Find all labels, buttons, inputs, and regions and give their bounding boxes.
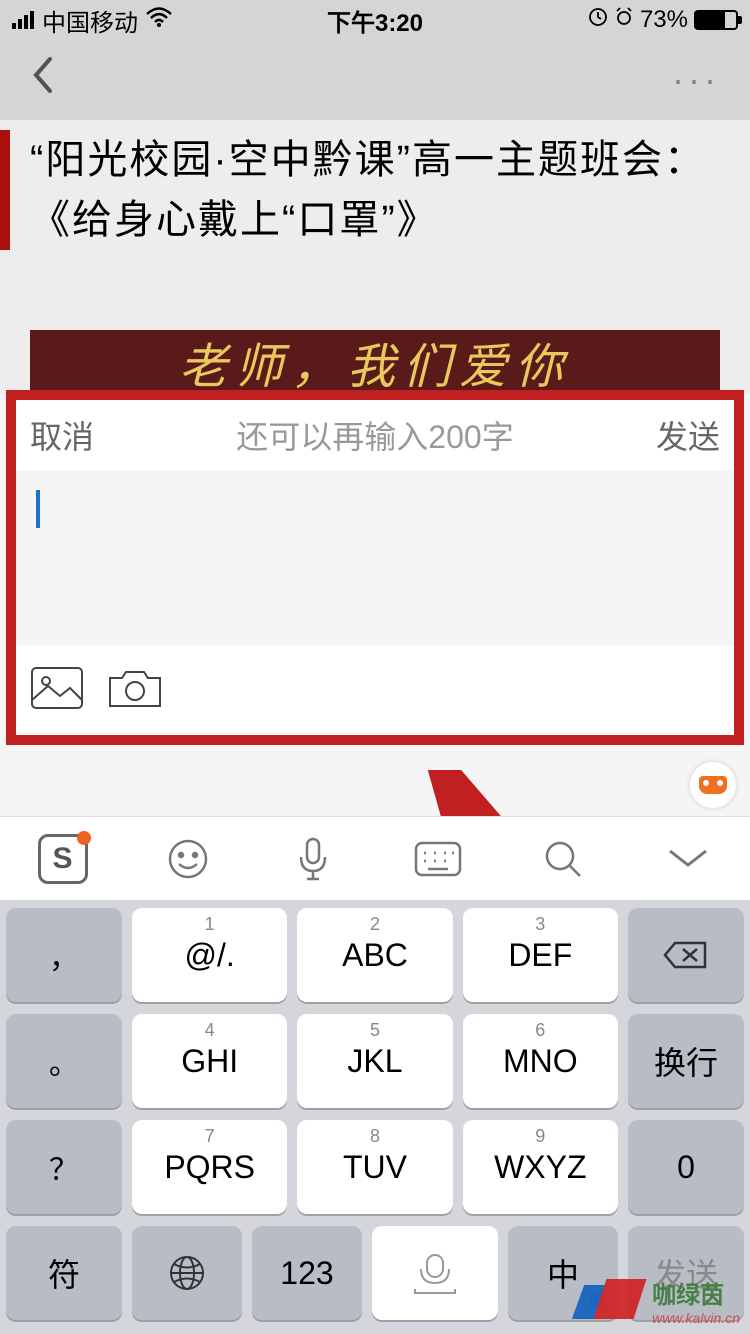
wifi-icon xyxy=(146,6,172,34)
key-backspace[interactable] xyxy=(628,908,744,1002)
key-6[interactable]: 6MNO xyxy=(463,1014,618,1108)
keyboard-icon[interactable] xyxy=(411,832,465,886)
battery-icon xyxy=(694,10,738,30)
key-comma[interactable]: ， xyxy=(6,908,122,1002)
key-globe[interactable] xyxy=(132,1226,242,1320)
key-123[interactable]: 123 xyxy=(252,1226,362,1320)
voice-icon[interactable] xyxy=(286,832,340,886)
comment-textarea[interactable] xyxy=(16,470,734,645)
status-left: 中国移动 xyxy=(12,3,254,38)
comment-header: 取消 还可以再输入200字 发送 xyxy=(16,400,734,470)
watermark-logo-icon xyxy=(578,1279,648,1323)
assistant-avatar[interactable] xyxy=(690,762,736,808)
key-9[interactable]: 9WXYZ xyxy=(463,1120,618,1214)
key-space[interactable] xyxy=(372,1226,498,1320)
key-period[interactable]: 。 xyxy=(6,1014,122,1108)
key-4[interactable]: 4GHI xyxy=(132,1014,287,1108)
nav-bar: ··· xyxy=(0,40,750,120)
search-icon[interactable] xyxy=(536,832,590,886)
carrier-label: 中国移动 xyxy=(42,3,138,38)
key-question[interactable]: ？ xyxy=(6,1120,122,1214)
text-cursor xyxy=(36,490,40,528)
comment-toolbar xyxy=(16,645,734,735)
char-count-hint: 还可以再输入200字 xyxy=(94,412,656,458)
watermark-url: www.kalvin.cn xyxy=(652,1310,740,1326)
signal-icon xyxy=(12,11,34,29)
gallery-icon[interactable] xyxy=(30,666,84,715)
sogou-logo-icon[interactable]: S xyxy=(36,832,90,886)
emoji-icon[interactable] xyxy=(161,832,215,886)
cancel-button[interactable]: 取消 xyxy=(30,412,94,458)
keyboard-toolbar: S xyxy=(0,816,750,900)
key-symbols[interactable]: 符 xyxy=(6,1226,122,1320)
key-1[interactable]: 1@/. xyxy=(132,908,287,1002)
key-8[interactable]: 8TUV xyxy=(297,1120,452,1214)
send-button[interactable]: 发送 xyxy=(656,412,720,458)
comment-panel: 取消 还可以再输入200字 发送 xyxy=(16,400,734,735)
alarm-icon xyxy=(614,6,634,34)
camera-icon[interactable] xyxy=(108,666,162,715)
article-title: “阳光校园·空中黔课”高一主题班会：《给身心戴上“口罩”》 xyxy=(30,130,730,250)
key-newline[interactable]: 换行 xyxy=(628,1014,744,1108)
article-area: “阳光校园·空中黔课”高一主题班会：《给身心戴上“口罩”》 老师，我们爱你 xyxy=(0,120,750,394)
keyboard: ， 1@/. 2ABC 3DEF 。 4GHI 5JKL 6MNO 换行 ？ 7… xyxy=(0,900,750,1334)
key-5[interactable]: 5JKL xyxy=(297,1014,452,1108)
watermark: 咖绿茵 www.kalvin.cn xyxy=(578,1275,740,1326)
key-0[interactable]: 0 xyxy=(628,1120,744,1214)
status-time: 下午3:20 xyxy=(254,3,496,38)
watermark-brand: 咖绿茵 xyxy=(652,1275,740,1310)
article-hero-image: 老师，我们爱你 xyxy=(30,330,720,394)
status-bar: 中国移动 下午3:20 73% xyxy=(0,0,750,40)
collapse-keyboard-icon[interactable] xyxy=(661,832,715,886)
rotation-lock-icon xyxy=(588,6,608,34)
key-3[interactable]: 3DEF xyxy=(463,908,618,1002)
title-accent-bar xyxy=(0,130,10,250)
back-button[interactable] xyxy=(30,55,54,106)
battery-pct: 73% xyxy=(640,6,688,34)
key-7[interactable]: 7PQRS xyxy=(132,1120,287,1214)
key-2[interactable]: 2ABC xyxy=(297,908,452,1002)
status-right: 73% xyxy=(496,6,738,34)
more-button[interactable]: ··· xyxy=(672,59,720,101)
hero-text: 老师，我们爱你 xyxy=(179,330,571,394)
